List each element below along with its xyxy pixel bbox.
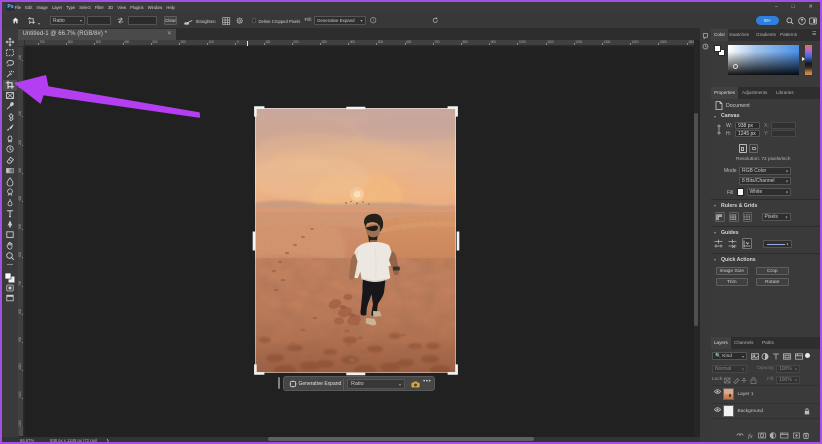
svg-text:fx: fx <box>748 433 753 439</box>
svg-text:i: i <box>373 19 374 23</box>
